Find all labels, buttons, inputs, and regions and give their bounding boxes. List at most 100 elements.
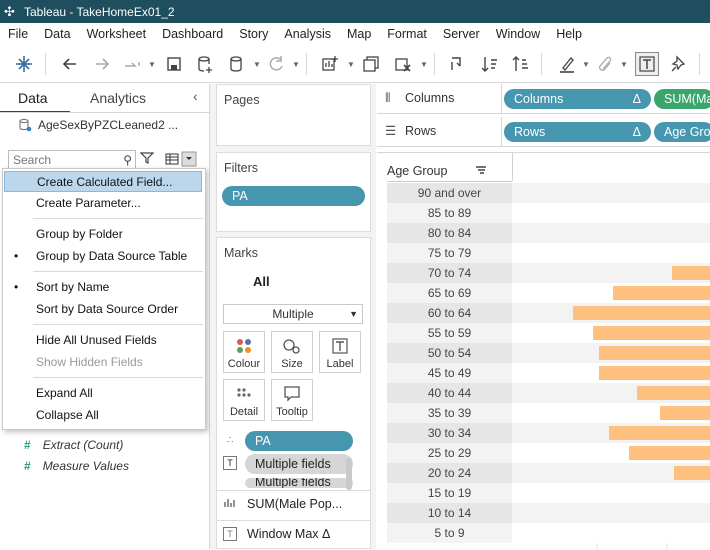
chevron-down-icon[interactable]: ▼ — [292, 60, 300, 69]
age-group-label[interactable]: 25 to 29 — [387, 443, 512, 463]
chevron-down-icon[interactable]: ▼ — [148, 60, 156, 69]
menu-group-by-data-source-table[interactable]: • Group by Data Source Table — [4, 246, 202, 267]
menu-server[interactable]: Server — [435, 27, 488, 41]
marks-pill-multiple-fields-2[interactable]: Multiple fields — [245, 478, 353, 488]
swap-rows-columns-icon[interactable] — [446, 52, 470, 76]
age-group-label[interactable]: 50 to 54 — [387, 343, 512, 363]
tab-analytics[interactable]: Analytics — [90, 90, 146, 106]
menu-sort-by-data-source-order[interactable]: Sort by Data Source Order — [4, 299, 202, 320]
collapse-pane-icon[interactable]: ‹ — [193, 88, 198, 104]
population-bar[interactable] — [637, 386, 710, 400]
chevron-down-icon[interactable]: ▼ — [420, 60, 428, 69]
rows-pill-age-group[interactable]: Age Gro — [654, 122, 710, 142]
chevron-down-icon[interactable]: ▼ — [253, 60, 261, 69]
age-group-label[interactable]: 90 and over — [387, 183, 512, 203]
population-bar[interactable] — [599, 366, 710, 380]
population-bar[interactable] — [660, 406, 710, 420]
undo-icon[interactable] — [58, 52, 82, 76]
menu-help[interactable]: Help — [548, 27, 590, 41]
age-group-label[interactable]: 45 to 49 — [387, 363, 512, 383]
rows-pill-rows[interactable]: Rows Δ — [504, 122, 651, 142]
population-bar[interactable] — [629, 446, 710, 460]
marks-all-label[interactable]: All — [253, 274, 270, 289]
menu-hide-all-unused-fields[interactable]: Hide All Unused Fields — [4, 330, 202, 351]
marks-row-sum-male[interactable]: SUM(Male Pop... — [223, 496, 342, 511]
marks-scrollbar[interactable] — [346, 458, 352, 490]
menu-data[interactable]: Data — [36, 27, 78, 41]
population-bar[interactable] — [613, 286, 710, 300]
menu-expand-all[interactable]: Expand All — [4, 383, 202, 404]
menu-sort-by-name[interactable]: • Sort by Name — [4, 277, 202, 298]
age-group-label[interactable]: 65 to 69 — [387, 283, 512, 303]
filter-pill-pa[interactable]: PA — [222, 186, 365, 206]
age-group-label[interactable]: 30 to 34 — [387, 423, 512, 443]
filter-icon[interactable] — [139, 151, 155, 168]
population-bar[interactable] — [599, 346, 710, 360]
age-group-label[interactable]: 15 to 19 — [387, 483, 512, 503]
tooltip-button[interactable]: Tooltip — [271, 379, 313, 421]
menu-create-calculated-field[interactable]: Create Calculated Field... — [4, 171, 202, 192]
columns-pill-sum-male[interactable]: SUM(Ma — [654, 89, 710, 109]
population-bar[interactable] — [573, 306, 710, 320]
population-bar[interactable] — [672, 266, 710, 280]
save-icon[interactable] — [162, 52, 186, 76]
pages-card[interactable]: Pages — [216, 84, 371, 146]
columns-pill-columns[interactable]: Columns Δ — [504, 89, 651, 109]
colour-button[interactable]: Colour — [223, 331, 265, 373]
highlight-icon[interactable] — [555, 52, 579, 76]
age-group-label[interactable]: 10 to 14 — [387, 503, 512, 523]
pause-updates-icon[interactable] — [225, 52, 249, 76]
marks-pill-pa[interactable]: PA — [245, 431, 353, 451]
age-group-label[interactable]: 40 to 44 — [387, 383, 512, 403]
rows-shelf[interactable]: ☰ Rows Rows Δ Age Gro — [377, 117, 710, 147]
group-members-icon[interactable] — [594, 52, 618, 76]
age-group-header[interactable]: Age Group — [387, 164, 447, 178]
tab-data[interactable]: Data — [18, 90, 48, 106]
menu-collapse-all[interactable]: Collapse All — [4, 405, 202, 426]
age-group-label[interactable]: 20 to 24 — [387, 463, 512, 483]
chevron-down-icon[interactable]: ▼ — [620, 60, 628, 69]
age-group-label[interactable]: 75 to 79 — [387, 243, 512, 263]
size-button[interactable]: Size — [271, 331, 313, 373]
sort-ascending-icon[interactable] — [478, 52, 502, 76]
age-group-label[interactable]: 70 to 74 — [387, 263, 512, 283]
redo-icon[interactable] — [90, 52, 114, 76]
filters-card[interactable]: Filters PA — [216, 152, 371, 232]
menu-group-by-folder[interactable]: Group by Folder — [4, 224, 202, 245]
mark-type-select[interactable]: Multiple ▼ — [223, 304, 363, 324]
tableau-home-icon[interactable] — [12, 52, 36, 76]
marks-row-window-max[interactable]: T Window Max Δ — [223, 527, 330, 541]
columns-shelf[interactable]: ⦀ Columns Columns Δ SUM(Ma — [377, 84, 710, 114]
age-group-label[interactable]: 60 to 64 — [387, 303, 512, 323]
chevron-down-icon[interactable]: ▼ — [582, 60, 590, 69]
new-datasource-icon[interactable] — [193, 52, 217, 76]
menu-map[interactable]: Map — [339, 27, 379, 41]
search-input[interactable] — [9, 151, 119, 169]
menu-analysis[interactable]: Analysis — [276, 27, 339, 41]
age-group-label[interactable]: 80 to 84 — [387, 223, 512, 243]
menu-story[interactable]: Story — [231, 27, 276, 41]
clear-sheet-icon[interactable] — [391, 52, 415, 76]
menu-file[interactable]: File — [0, 27, 36, 41]
marks-pill-multiple-fields[interactable]: Multiple fields — [245, 454, 353, 474]
population-bar[interactable] — [674, 466, 710, 480]
label-button[interactable]: Label — [319, 331, 361, 373]
menu-dashboard[interactable]: Dashboard — [154, 27, 231, 41]
menu-worksheet[interactable]: Worksheet — [79, 27, 155, 41]
age-group-label[interactable]: 55 to 59 — [387, 323, 512, 343]
search-field[interactable]: ⚲ — [8, 150, 136, 170]
new-worksheet-icon[interactable] — [318, 52, 342, 76]
menu-window[interactable]: Window — [488, 27, 548, 41]
menu-format[interactable]: Format — [379, 27, 435, 41]
menu-create-parameter[interactable]: Create Parameter... — [4, 193, 202, 214]
replace-data-icon[interactable] — [120, 52, 144, 76]
age-group-label[interactable]: 85 to 89 — [387, 203, 512, 223]
refresh-icon[interactable] — [264, 52, 288, 76]
detail-button[interactable]: Detail — [223, 379, 265, 421]
pin-icon[interactable] — [667, 52, 691, 76]
field-measure-values[interactable]: # Measure Values — [24, 459, 129, 473]
sort-descending-icon[interactable] — [509, 52, 533, 76]
datasource-row[interactable]: AgeSexByPZCLeaned2 ... — [18, 118, 178, 132]
age-group-label[interactable]: 5 to 9 — [387, 523, 512, 543]
sort-icon[interactable] — [475, 164, 487, 178]
